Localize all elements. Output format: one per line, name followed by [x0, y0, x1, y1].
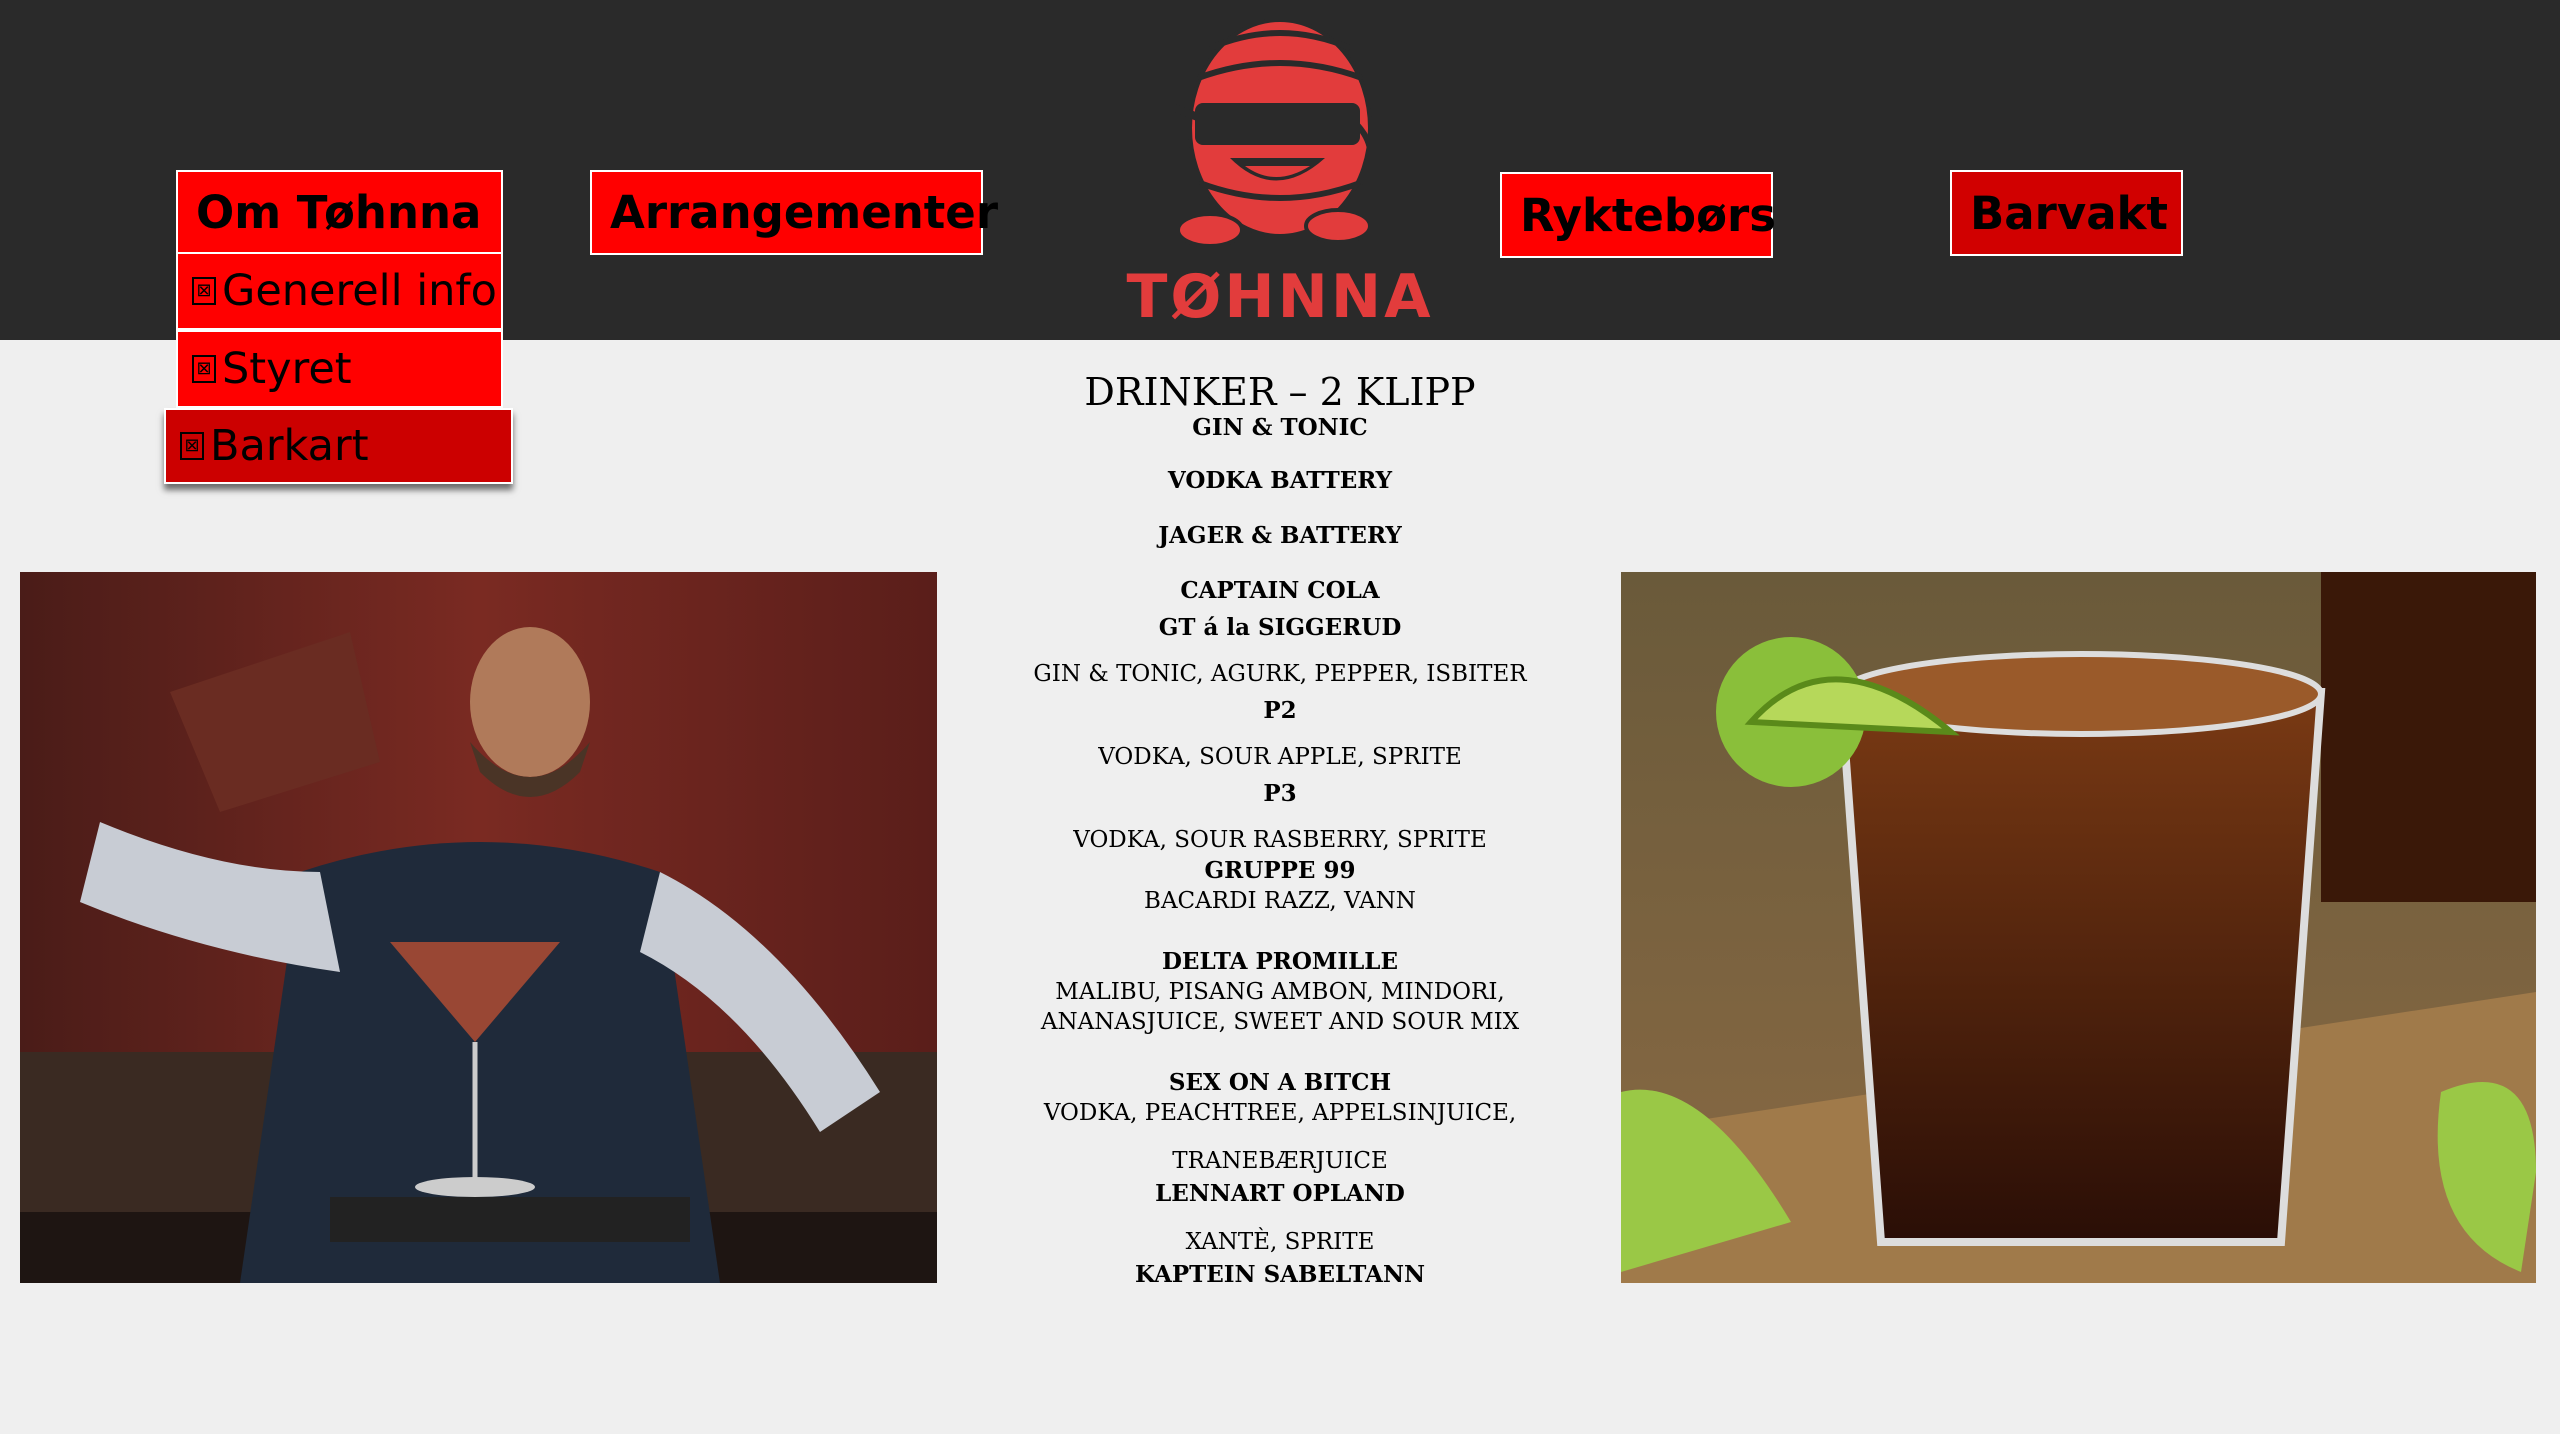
submenu-generell-info-label: Generell info [222, 266, 497, 316]
submenu-barkart[interactable]: ⊠ Barkart [164, 408, 513, 484]
menu-item-icon: ⊠ [192, 277, 216, 305]
submenu-barkart-label: Barkart [210, 421, 369, 471]
nav-ryktebors[interactable]: Ryktebørs [1500, 172, 1776, 258]
drink-ingredients: TRANEBÆRJUICE [1172, 1148, 1388, 1174]
menu-item-icon: ⊠ [192, 355, 216, 383]
nav-barvakt[interactable]: Barvakt [1950, 170, 2183, 256]
bartender-photo [20, 572, 937, 1283]
drink-name: SEX ON A BITCH [1168, 1069, 1392, 1096]
nav-arrangementer[interactable]: Arrangementer [590, 170, 998, 255]
drink-ingredients: ANANASJUICE, SWEET AND SOUR MIX [1040, 1009, 1520, 1035]
drink-name: GT á la SIGGERUD [1158, 614, 1402, 641]
drink-ingredients: XANTÈ, SPRITE [1185, 1229, 1375, 1255]
submenu-generell-info[interactable]: ⊠ Generell info [176, 252, 503, 330]
drink-name: P2 [1263, 697, 1297, 724]
drink-name: LENNART OPLAND [1155, 1180, 1405, 1207]
drink-menu: DRINKER – 2 KLIPP GIN & TONIC VODKA BATT… [920, 370, 1640, 1288]
drink-name: JAGER & BATTERY [1158, 522, 1402, 549]
drink-ingredients: BACARDI RAZZ, VANN [1144, 888, 1416, 914]
menu-item-icon: ⊠ [180, 432, 204, 460]
drink-name: GIN & TONIC [1192, 414, 1368, 441]
drink-ingredients: VODKA, PEACHTREE, APPELSINJUICE, [1043, 1100, 1517, 1126]
drink-name: DELTA PROMILLE [1161, 948, 1399, 975]
drink-name: VODKA BATTERY [1167, 467, 1393, 494]
submenu-styret-label: Styret [222, 344, 352, 394]
drink-ingredients: GIN & TONIC, AGURK, PEPPER, ISBITER [1033, 661, 1527, 687]
drink-ingredients: MALIBU, PISANG AMBON, MINDORI, [1055, 979, 1505, 1005]
drink-name: GRUPPE 99 [1204, 857, 1356, 884]
menu-title: DRINKER – 2 KLIPP [1084, 370, 1476, 414]
submenu-styret[interactable]: ⊠ Styret [176, 330, 503, 408]
drink-ingredients: VODKA, SOUR RASBERRY, SPRITE [1073, 827, 1487, 853]
drink-name: CAPTAIN COLA [1180, 577, 1380, 604]
nav-om-tohnna[interactable]: Om Tøhnna [176, 170, 503, 254]
drink-name: P3 [1263, 780, 1297, 807]
rum-cola-photo [1621, 572, 2536, 1283]
drink-ingredients: VODKA, SOUR APPLE, SPRITE [1098, 744, 1462, 770]
logo-wordmark: TØHNNA [1126, 262, 1434, 332]
drink-name: KAPTEIN SABELTANN [1134, 1261, 1426, 1288]
